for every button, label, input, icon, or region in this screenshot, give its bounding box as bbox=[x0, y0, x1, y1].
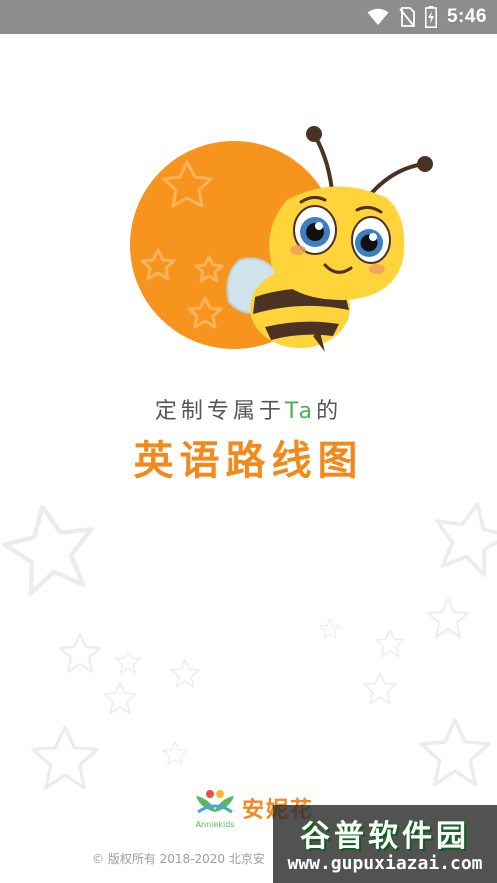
status-time: 5:46 bbox=[446, 6, 487, 27]
battery-charging-icon bbox=[424, 6, 437, 28]
status-bar: 5:46 bbox=[0, 0, 497, 34]
bee-mascot-illustration bbox=[130, 126, 433, 352]
watermark-title: 谷普软件园 bbox=[300, 819, 470, 854]
headline: 英语路线图 bbox=[133, 438, 364, 484]
status-icons: 5:46 bbox=[367, 0, 487, 34]
site-watermark: 谷普软件园 www.gupuxiazai.com bbox=[273, 805, 497, 883]
wifi-icon bbox=[367, 8, 389, 25]
tagline-suffix: 的 bbox=[316, 399, 343, 424]
tagline: 定制专属于Ta的 bbox=[0, 393, 497, 425]
watermark-url: www.gupuxiazai.com bbox=[287, 853, 483, 874]
no-sim-icon bbox=[399, 7, 415, 27]
logo-text: Anniekids bbox=[196, 820, 235, 829]
tagline-prefix: 定制专属于 bbox=[154, 399, 285, 424]
anniekids-logo: Anniekids bbox=[196, 790, 235, 829]
tagline-accent: Ta bbox=[284, 399, 317, 424]
copyright-text: © 版权所有 2018-2020 北京安 bbox=[92, 852, 265, 866]
